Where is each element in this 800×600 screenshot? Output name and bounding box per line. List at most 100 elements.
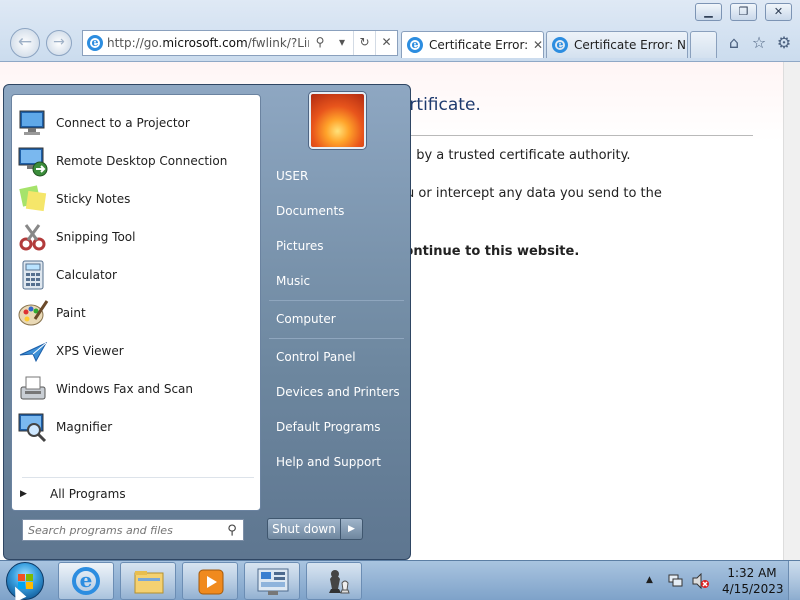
program-label: Sticky Notes: [56, 192, 131, 206]
program-magnifier[interactable]: Magnifier: [17, 410, 257, 444]
close-button[interactable]: ✕: [765, 3, 792, 21]
back-arrow-icon: ←: [17, 32, 33, 52]
program-connect-to-projector[interactable]: Connect to a Projector: [17, 106, 257, 140]
url-rest: /fwlink/?LinkI: [247, 36, 309, 50]
magnifier-icon: [17, 411, 49, 443]
program-label: Magnifier: [56, 420, 113, 434]
tray-show-hidden-icon[interactable]: ▲: [646, 575, 653, 585]
taskbar-control-panel[interactable]: [244, 562, 300, 600]
clock-date: 4/15/2023: [722, 582, 784, 596]
ie-tab-icon: e: [552, 37, 568, 53]
taskbar-internet-explorer[interactable]: e: [58, 562, 114, 600]
taskbar-media-player[interactable]: [182, 562, 238, 600]
program-label: Connect to a Projector: [56, 116, 190, 130]
ie-page-icon: e: [87, 35, 103, 51]
xps-viewer-icon: [17, 335, 49, 367]
tools-gear-icon[interactable]: ⚙: [774, 33, 794, 53]
start-computer[interactable]: Computer: [276, 312, 336, 326]
start-control-panel[interactable]: Control Panel: [276, 350, 356, 364]
media-player-icon: [198, 569, 224, 595]
dropdown-chevron-icon[interactable]: ▾: [331, 31, 353, 55]
programs-divider: [22, 477, 254, 478]
address-url[interactable]: http://go.microsoft.com/fwlink/?LinkI: [107, 36, 309, 50]
calculator-icon: [17, 259, 49, 291]
program-label: Windows Fax and Scan: [56, 382, 194, 396]
program-calculator[interactable]: Calculator: [17, 258, 257, 292]
program-snipping-tool[interactable]: Snipping Tool: [17, 220, 257, 254]
search-icon[interactable]: ⚲: [309, 31, 331, 55]
triangle-right-icon: ▶: [348, 524, 355, 534]
start-user-name[interactable]: USER: [276, 169, 308, 183]
control-panel-icon: [257, 568, 289, 595]
all-programs-label: All Programs: [50, 487, 126, 501]
program-remote-desktop[interactable]: Remote Desktop Connection: [17, 144, 257, 178]
program-sticky-notes[interactable]: Sticky Notes: [17, 182, 257, 216]
minimize-button[interactable]: ▁: [695, 3, 722, 21]
refresh-icon[interactable]: ↻: [353, 31, 375, 55]
projector-icon: [17, 107, 49, 139]
system-clock[interactable]: 1:32 AM 4/15/2023: [722, 565, 784, 597]
sticky-notes-icon: [17, 183, 49, 215]
forward-arrow-icon: →: [53, 34, 65, 50]
taskbar-file-explorer[interactable]: [120, 562, 176, 600]
file-explorer-icon: [134, 571, 164, 594]
volume-muted-icon[interactable]: [692, 572, 710, 592]
taskbar: e ▲ 1:32 AM 4/15/2023: [0, 560, 800, 600]
chess-icon: [329, 570, 350, 594]
tab-label: Certificate Error: N...: [574, 38, 687, 52]
tab-label: Certificate Error:...: [429, 38, 529, 52]
program-windows-fax-scan[interactable]: Windows Fax and Scan: [17, 372, 257, 406]
start-search-input[interactable]: [23, 521, 221, 539]
show-desktop-button[interactable]: [788, 561, 800, 600]
start-menu-programs-pane: Connect to a Projector Remote Desktop Co…: [11, 94, 261, 511]
ie-tab-icon: e: [407, 37, 423, 53]
back-button[interactable]: ←: [10, 28, 40, 58]
program-xps-viewer[interactable]: XPS Viewer: [17, 334, 257, 368]
forward-button[interactable]: →: [46, 30, 72, 56]
scissors-icon: [17, 221, 49, 253]
close-icon: ✕: [773, 5, 784, 18]
taskbar-chess[interactable]: [306, 562, 362, 600]
minimize-icon: ▁: [704, 5, 713, 18]
program-label: Calculator: [56, 268, 117, 282]
tab-certificate-error-2[interactable]: e Certificate Error: N...: [546, 31, 688, 58]
home-icon[interactable]: ⌂: [724, 33, 744, 53]
clock-time: 1:32 AM: [727, 566, 777, 580]
shutdown-options-arrow[interactable]: ▶: [341, 518, 363, 540]
right-pane-divider: [269, 300, 404, 301]
program-label: Paint: [56, 306, 86, 320]
browser-chrome: ▁ ❐ ✕ ← → e http://go.microsoft.com/fwli…: [0, 0, 800, 62]
shutdown-group: Shut down ▶: [267, 518, 363, 540]
start-pictures[interactable]: Pictures: [276, 239, 324, 253]
tab-certificate-error-1[interactable]: e Certificate Error:... ✕: [401, 31, 544, 58]
shutdown-button[interactable]: Shut down: [267, 518, 341, 540]
url-host: microsoft.com: [162, 36, 248, 50]
url-prefix: http://go.: [107, 36, 163, 50]
network-icon[interactable]: [668, 573, 684, 592]
search-icon[interactable]: ⚲: [221, 523, 243, 538]
program-label: Snipping Tool: [56, 230, 136, 244]
palette-icon: [17, 297, 49, 329]
start-music[interactable]: Music: [276, 274, 310, 288]
start-documents[interactable]: Documents: [276, 204, 344, 218]
internet-explorer-icon: e: [72, 567, 100, 595]
restore-icon: ❐: [738, 5, 749, 18]
page-scrollbar[interactable]: [783, 62, 800, 560]
fax-icon: [17, 373, 49, 405]
all-programs-button[interactable]: ▶ All Programs: [20, 483, 126, 505]
program-label: XPS Viewer: [56, 344, 124, 358]
start-help-support[interactable]: Help and Support: [276, 455, 381, 469]
stop-icon[interactable]: ✕: [375, 31, 397, 55]
start-search-box[interactable]: ⚲: [22, 519, 244, 541]
start-default-programs[interactable]: Default Programs: [276, 420, 381, 434]
new-tab-button[interactable]: [690, 31, 717, 58]
user-avatar[interactable]: [309, 92, 366, 149]
start-devices-printers[interactable]: Devices and Printers: [276, 385, 400, 399]
tab-close-icon[interactable]: ✕: [533, 38, 543, 52]
program-paint[interactable]: Paint: [17, 296, 257, 330]
restore-button[interactable]: ❐: [730, 3, 757, 21]
right-pane-divider: [269, 338, 404, 339]
address-bar[interactable]: e http://go.microsoft.com/fwlink/?LinkI …: [82, 30, 398, 56]
remote-desktop-icon: [17, 145, 49, 177]
favorites-star-icon[interactable]: ☆: [749, 33, 769, 53]
